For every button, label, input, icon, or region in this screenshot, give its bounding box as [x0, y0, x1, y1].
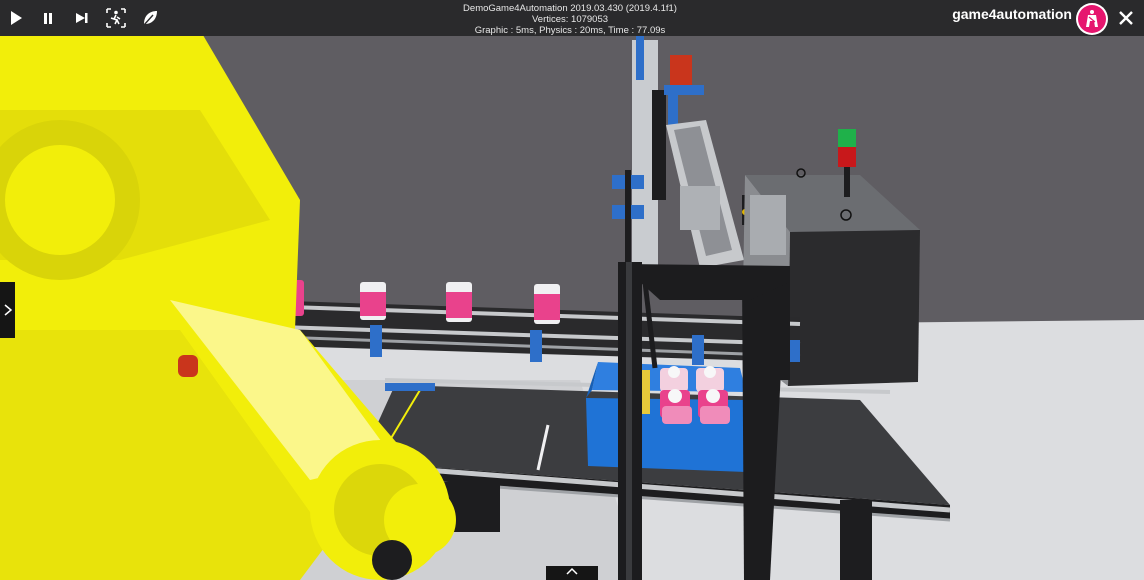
can [446, 282, 472, 322]
crate-can [696, 366, 724, 392]
pause-icon [44, 13, 52, 24]
scene-viewport[interactable] [0, 0, 1144, 580]
crate-can [700, 406, 730, 424]
close-button[interactable] [1114, 6, 1138, 30]
brand-name: game4automation [952, 6, 1072, 22]
leaf-button[interactable] [138, 6, 162, 30]
chevron-up-icon [566, 567, 578, 575]
can [360, 282, 386, 320]
crate-can [660, 366, 688, 392]
leaf-icon [143, 11, 157, 26]
brand-logo [1076, 3, 1108, 35]
can [534, 284, 560, 324]
robot-logo-icon [1086, 10, 1098, 27]
pause-button[interactable] [36, 6, 60, 30]
step-forward-button[interactable] [70, 6, 94, 30]
stats-panel: DemoGame4Automation 2019.03.430 (2019.4.… [420, 3, 720, 36]
performance-stats: Graphic : 5ms, Physics : 20ms, Time : 77… [474, 25, 666, 36]
step-forward-icon [76, 13, 88, 23]
vertices-count: Vertices: 1079053 [531, 14, 609, 25]
play-button[interactable] [4, 6, 28, 30]
close-icon [1119, 11, 1133, 25]
side-panel-toggle[interactable] [0, 282, 15, 338]
blue-crate [586, 362, 746, 472]
chevron-right-icon [4, 304, 12, 316]
top-toolbar: DemoGame4Automation 2019.03.430 (2019.4.… [0, 0, 1144, 36]
bottom-panel-toggle[interactable] [546, 566, 598, 580]
exit-button[interactable] [104, 6, 128, 30]
play-icon [11, 11, 22, 25]
crate-can [662, 406, 692, 424]
app-title: DemoGame4Automation 2019.03.430 (2019.4.… [463, 3, 677, 14]
exit-person-icon [106, 8, 126, 28]
